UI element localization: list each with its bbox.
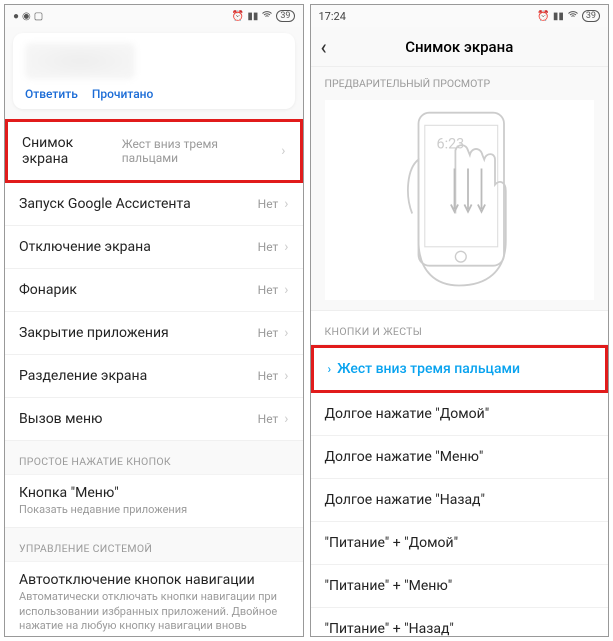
signal-icon: ▮▮ — [553, 11, 564, 22]
status-bar: ● ◉ ▢ ⏰ ▮▮ 39 — [5, 5, 303, 27]
gesture-option[interactable]: Долгое нажатие "Назад" — [311, 479, 609, 522]
title-bar: ‹ Снимок экрана — [311, 27, 609, 67]
row-label: Отключение экрана — [19, 239, 151, 255]
option-label: "Питание" + "Меню" — [325, 578, 453, 594]
eye-icon: ◉ — [22, 11, 31, 22]
row-title: Автоотключение кнопок навигации — [19, 572, 289, 588]
preview-header: ПРЕДВАРИТЕЛЬНЫЙ ПРОСМОТР — [311, 67, 609, 96]
chevron-right-icon: › — [328, 362, 332, 376]
hand-phone-illustration: 6:23 — [369, 105, 549, 295]
settings-row[interactable]: Фонарик Нет › — [5, 269, 303, 312]
chevron-right-icon: › — [284, 411, 288, 427]
option-label: "Питание" + "Назад" — [325, 621, 454, 636]
row-label: Вызов меню — [19, 411, 102, 427]
notification-card: Ответить Прочитано — [13, 33, 295, 109]
option-label: Жест вниз тремя пальцами — [337, 361, 520, 377]
row-label: Разделение экрана — [19, 368, 147, 384]
option-label: Долгое нажатие "Меню" — [325, 449, 484, 465]
settings-row[interactable]: Разделение экрана Нет › — [5, 355, 303, 398]
row-value: Нет — [258, 197, 279, 211]
read-button[interactable]: Прочитано — [92, 87, 154, 101]
back-button[interactable]: ‹ — [321, 35, 327, 59]
settings-list: Снимок экранаЖест вниз тремя пальцами›За… — [5, 119, 303, 636]
row-subtitle: Автоматически отключать кнопки навигации… — [19, 590, 289, 636]
chevron-right-icon: › — [281, 143, 285, 159]
gesture-option[interactable]: "Питание" + "Домой" — [311, 522, 609, 565]
wifi-icon — [261, 9, 273, 24]
battery-indicator: 39 — [276, 10, 294, 22]
chevron-right-icon: › — [284, 196, 288, 212]
section-header: УПРАВЛЕНИЕ СИСТЕМОЙ — [5, 528, 303, 562]
row-value: Нет — [258, 326, 279, 340]
row-value: Нет — [258, 412, 279, 426]
auto-off-row[interactable]: Автоотключение кнопок навигации Автомати… — [5, 562, 303, 636]
row-value: Нет — [258, 283, 279, 297]
row-label: Закрытие приложения — [19, 325, 169, 341]
shield-icon: ▢ — [34, 11, 43, 22]
menu-button-row[interactable]: Кнопка "Меню" Показать недавние приложен… — [5, 475, 303, 528]
option-label: "Питание" + "Домой" — [325, 535, 459, 551]
option-label: Долгое нажатие "Назад" — [325, 492, 486, 508]
row-subtitle: Показать недавние приложения — [19, 503, 289, 517]
chevron-right-icon: › — [284, 282, 288, 298]
reply-button[interactable]: Ответить — [25, 87, 78, 101]
settings-row[interactable]: Снимок экранаЖест вниз тремя пальцами › — [5, 119, 303, 183]
gesture-option[interactable]: "Питание" + "Назад" — [311, 608, 609, 636]
section-header: ПРОСТОЕ НАЖАТИЕ КНОПОК — [5, 441, 303, 475]
notification-preview — [25, 43, 135, 79]
settings-row[interactable]: Закрытие приложения Нет › — [5, 312, 303, 355]
preview-clock: 6:23 — [437, 136, 465, 153]
gesture-option[interactable]: › Жест вниз тремя пальцами — [311, 345, 609, 393]
settings-row[interactable]: Вызов меню Нет › — [5, 398, 303, 441]
gesture-option[interactable]: "Питание" + "Меню" — [311, 565, 609, 608]
chevron-right-icon: › — [284, 325, 288, 341]
row-label: Снимок экрана — [22, 135, 122, 167]
gesture-option[interactable]: Долгое нажатие "Домой" — [311, 393, 609, 436]
gesture-option[interactable]: Долгое нажатие "Меню" — [311, 436, 609, 479]
clock: 17:24 — [319, 10, 346, 23]
options-list: › Жест вниз тремя пальцами Долгое нажатие … — [311, 345, 609, 636]
signal-icon: ▮▮ — [247, 11, 258, 22]
battery-indicator: 39 — [582, 10, 600, 22]
row-title: Кнопка "Меню" — [19, 485, 289, 501]
chevron-right-icon: › — [284, 239, 288, 255]
right-phone: 17:24 ⏰ ▮▮ 39 ‹ Снимок экрана ПРЕДВАРИТЕ… — [310, 4, 610, 637]
wifi-icon — [567, 9, 579, 24]
settings-row[interactable]: Запуск Google Ассистента Нет › — [5, 183, 303, 226]
alarm-icon: ⏰ — [537, 11, 549, 22]
row-value: Нет — [258, 369, 279, 383]
row-label: Фонарик — [19, 282, 77, 298]
option-label: Долгое нажатие "Домой" — [325, 406, 490, 422]
row-label: Запуск Google Ассистента — [19, 196, 191, 212]
section-header: КНОПКИ И ЖЕСТЫ — [311, 310, 609, 345]
gesture-preview: 6:23 — [325, 100, 595, 300]
chat-icon: ● — [13, 11, 19, 22]
left-phone: ● ◉ ▢ ⏰ ▮▮ 39 Ответить Прочитано Снимок … — [4, 4, 304, 637]
chevron-right-icon: › — [284, 368, 288, 384]
row-value: Жест вниз тремя пальцами — [122, 137, 276, 165]
row-value: Нет — [258, 240, 279, 254]
alarm-icon: ⏰ — [232, 11, 244, 22]
status-bar: 17:24 ⏰ ▮▮ 39 — [311, 5, 609, 27]
page-title: Снимок экрана — [405, 38, 513, 56]
settings-row[interactable]: Отключение экрана Нет › — [5, 226, 303, 269]
